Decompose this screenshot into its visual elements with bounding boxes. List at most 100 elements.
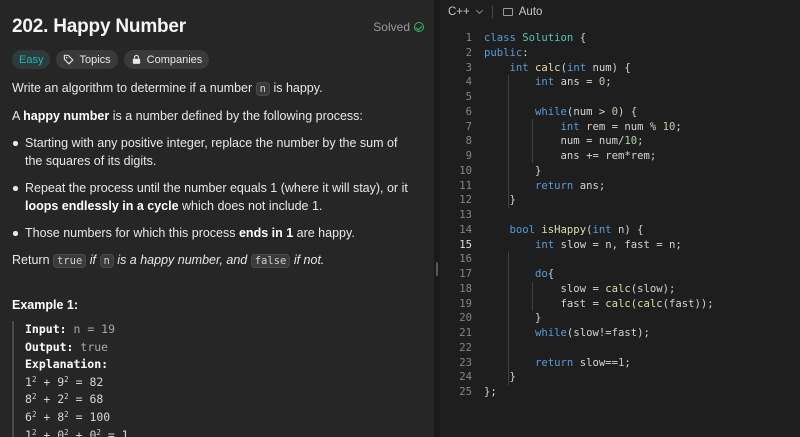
line-content: } xyxy=(484,371,516,384)
code-editor-panel: C++ Auto 1 class Solution {2 public: 3 int … xyxy=(440,0,800,437)
line-content: public: xyxy=(484,46,529,59)
line-number: 14 xyxy=(459,223,472,236)
resize-handle[interactable] xyxy=(436,262,438,276)
line-number: 9 xyxy=(465,150,472,162)
code-line[interactable]: 3 int calc(int num) { xyxy=(440,61,800,76)
code-line[interactable]: 21 while(slow!=fast); xyxy=(440,326,800,341)
explanation-step: 12 + 02 + 02 = 1 xyxy=(25,427,129,437)
explanation-step: 62 + 82 = 100 xyxy=(25,409,111,424)
line-number: 25 xyxy=(459,386,472,398)
line-number: 16 xyxy=(459,253,472,266)
list-item: Those numbers for which this process end… xyxy=(12,224,417,242)
line-content: int slow = n, fast = n; xyxy=(535,238,682,251)
companies-label: Companies xyxy=(146,53,203,66)
inline-code-true: true xyxy=(53,254,87,268)
line-content: slow = calc(slow); xyxy=(560,282,676,295)
inline-code-n: n xyxy=(99,254,114,268)
line-number: 6 xyxy=(465,105,472,118)
code-line[interactable]: 17 do{ xyxy=(440,267,800,282)
solved-status: Solved xyxy=(373,20,424,34)
line-number: 2 xyxy=(465,46,472,59)
problem-description-panel: 202. Happy Number Solved Easy Topics Com… xyxy=(0,0,434,437)
inline-code-false: false xyxy=(250,254,291,268)
line-number: 19 xyxy=(459,297,472,310)
language-selector[interactable]: C++ xyxy=(448,6,483,18)
toolbar-separator xyxy=(491,6,493,18)
tag-icon xyxy=(64,54,75,65)
line-content: bool isHappy(int n) { xyxy=(509,223,644,236)
code-line[interactable]: 13 xyxy=(440,208,800,223)
difficulty-tag[interactable]: Easy xyxy=(12,50,51,69)
line-content: } xyxy=(484,164,542,177)
code-line[interactable]: 14 bool isHappy(int n) { xyxy=(440,223,800,238)
language-label: C++ xyxy=(448,6,470,18)
code-line[interactable]: 11 return ans; xyxy=(440,179,800,194)
line-number: 10 xyxy=(459,164,472,177)
line-number: 17 xyxy=(459,268,472,280)
code-line[interactable]: 12 } xyxy=(440,193,800,208)
explanation-step: 82 + 22 = 68 xyxy=(25,392,104,407)
code-line[interactable]: 7 int rem = num % 10; xyxy=(440,120,800,135)
problem-title[interactable]: 202. Happy Number xyxy=(12,16,186,37)
line-content: while(num > 0) { xyxy=(535,105,638,118)
line-number: 11 xyxy=(459,179,472,192)
code-line[interactable]: 16 xyxy=(440,252,800,267)
line-number: 5 xyxy=(465,91,472,103)
inline-code-n: n xyxy=(255,82,270,96)
line-content: } xyxy=(484,194,516,207)
statement-paragraph-1: Write an algorithm to determine if a num… xyxy=(12,81,323,96)
line-number: 12 xyxy=(459,194,472,207)
code-line[interactable]: 23 return slow==1; xyxy=(440,356,800,371)
example-output: Output: true xyxy=(25,339,109,354)
solved-label: Solved xyxy=(373,20,410,34)
line-number: 4 xyxy=(465,76,472,89)
line-number: 3 xyxy=(465,61,472,74)
line-content: class Solution { xyxy=(484,32,587,44)
title-row: 202. Happy Number Solved xyxy=(12,16,424,40)
line-content: } xyxy=(484,312,542,325)
code-line[interactable]: 25}; xyxy=(440,385,800,400)
list-item: Starting with any positive integer, repl… xyxy=(12,134,417,170)
problem-statement: Write an algorithm to determine if a num… xyxy=(12,79,417,279)
line-content: while(slow!=fast); xyxy=(535,327,650,339)
line-number: 24 xyxy=(459,371,472,384)
line-number: 15 xyxy=(459,238,472,251)
code-line[interactable]: 8 num = num/10; xyxy=(440,134,800,149)
topics-tag[interactable]: Topics xyxy=(56,50,118,69)
line-content: int calc(int num) { xyxy=(509,61,631,74)
line-content: do{ xyxy=(535,268,555,280)
code-line[interactable]: 15 int slow = n, fast = n; xyxy=(440,238,800,253)
process-list: Starting with any positive integer, repl… xyxy=(12,134,417,242)
line-number: 21 xyxy=(459,327,472,339)
line-number: 20 xyxy=(459,312,472,325)
auto-mode-icon xyxy=(502,8,513,16)
list-item: Repeat the process until the number equa… xyxy=(12,179,417,215)
auto-mode-label[interactable]: Auto xyxy=(519,6,543,18)
line-content: fast = calc(calc(fast)); xyxy=(560,297,714,310)
code-line[interactable]: 9 ans += rem*rem; xyxy=(440,149,800,164)
code-line[interactable]: 2 public: xyxy=(440,46,800,61)
code-line[interactable]: 18 slow = calc(slow); xyxy=(440,282,800,297)
companies-tag[interactable]: Companies xyxy=(123,50,210,69)
code-line[interactable]: 19 fast = calc(calc(fast)); xyxy=(440,297,800,312)
explanation-step: 12 + 92 = 82 xyxy=(25,374,104,389)
statement-paragraph-2: A happy number is a number defined by th… xyxy=(12,109,363,123)
code-line[interactable]: 10 } xyxy=(440,164,800,179)
line-content: int rem = num % 10; xyxy=(560,120,682,133)
code-line[interactable]: 1 class Solution { xyxy=(440,31,800,46)
lock-icon xyxy=(132,54,140,64)
code-line[interactable]: 20 } xyxy=(440,311,800,326)
line-content: return slow==1; xyxy=(535,356,631,369)
line-number: 22 xyxy=(459,341,472,354)
line-content: return ans; xyxy=(535,179,606,192)
code-line[interactable]: 22 xyxy=(440,341,800,356)
return-paragraph: Return true if n is a happy number, and … xyxy=(12,253,325,268)
example-title: Example 1: xyxy=(12,298,79,312)
line-content: ans += rem*rem; xyxy=(560,150,657,162)
code-area[interactable]: 1 class Solution {2 public: 3 int calc(int … xyxy=(440,31,800,400)
code-line[interactable]: 24 } xyxy=(440,370,800,385)
code-line[interactable]: 6 while(num > 0) { xyxy=(440,105,800,120)
code-line[interactable]: 5 xyxy=(440,90,800,105)
line-number: 7 xyxy=(465,120,472,133)
code-line[interactable]: 4 int ans = 0; xyxy=(440,75,800,90)
